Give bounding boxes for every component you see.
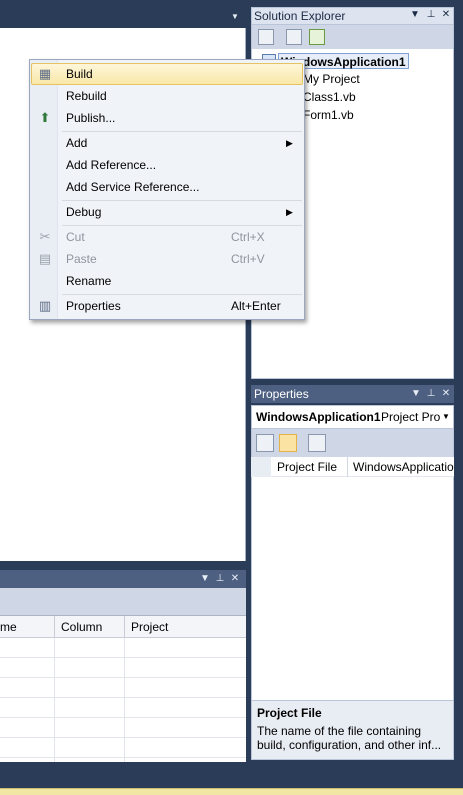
properties-tool-icon[interactable]	[258, 29, 274, 45]
show-all-files-icon[interactable]	[286, 29, 302, 45]
property-row-gutter	[251, 457, 271, 477]
menu-item-add-label: Add	[66, 136, 88, 150]
submenu-arrow-icon: ▶	[286, 138, 293, 148]
menu-item-paste-shortcut: Ctrl+V	[231, 252, 265, 266]
solution-explorer-toolbar	[251, 25, 454, 49]
solution-explorer-close-icon[interactable]: ✕	[440, 9, 452, 21]
object-selector-arrow-icon[interactable]: ▼	[440, 409, 452, 425]
column-divider	[124, 638, 125, 762]
table-row	[0, 718, 246, 738]
status-bar	[0, 788, 463, 795]
properties-icon: ▥	[38, 298, 52, 313]
property-grid	[251, 457, 454, 700]
document-tab-strip	[0, 8, 246, 28]
property-value[interactable]: WindowsApplicatio	[353, 460, 454, 474]
properties-close-icon[interactable]: ✕	[440, 388, 452, 400]
property-description-title: Project File	[257, 706, 322, 720]
menu-item-build-label: Build	[66, 67, 93, 81]
column-header-project[interactable]: Project	[124, 616, 246, 638]
menu-item-properties-shortcut: Alt+Enter	[231, 299, 281, 313]
submenu-arrow-icon: ▶	[286, 207, 293, 217]
menu-item-publish-label: Publish...	[66, 111, 116, 125]
property-column-divider	[347, 457, 348, 477]
publish-icon: ⬆	[39, 110, 51, 125]
alphabetical-icon[interactable]	[279, 434, 297, 452]
property-name: Project File	[277, 460, 338, 474]
tree-item-form1[interactable]: Form1.vb	[303, 107, 354, 123]
cut-icon: ✂	[39, 229, 51, 244]
error-list-pin-icon[interactable]: ⊥	[214, 573, 226, 585]
document-dropdown-icon[interactable]: ▼	[230, 12, 240, 22]
error-list-toolbar	[0, 588, 246, 616]
error-list-dropdown-icon[interactable]: ▼	[199, 573, 211, 585]
tree-item-my-project[interactable]: My Project	[303, 71, 360, 87]
table-row	[0, 658, 246, 678]
object-name: WindowsApplication1	[256, 410, 381, 424]
build-icon: ▦	[38, 66, 52, 81]
table-row	[0, 678, 246, 698]
solution-explorer-pin-icon[interactable]: ⊥	[425, 9, 437, 21]
menu-item-properties-label: Properties	[66, 299, 121, 313]
solution-explorer-title: Solution Explorer	[254, 9, 346, 23]
menu-item-debug-label: Debug	[66, 205, 102, 219]
properties-title: Properties	[254, 387, 309, 401]
column-divider	[54, 638, 55, 762]
categorized-icon[interactable]	[256, 434, 274, 452]
menu-item-cut-label: Cut	[66, 230, 85, 244]
menu-item-add-reference-label: Add Reference...	[66, 158, 157, 172]
paste-icon: ▤	[38, 251, 52, 266]
property-description-text: The name of the file containing build, c…	[257, 724, 442, 752]
menu-item-paste-label: Paste	[66, 252, 97, 266]
table-row	[0, 698, 246, 718]
property-pages-icon[interactable]	[308, 434, 326, 452]
menu-item-add-service-reference-label: Add Service Reference...	[66, 180, 200, 194]
properties-dropdown-icon[interactable]: ▼	[410, 388, 422, 400]
menu-item-cut-shortcut: Ctrl+X	[231, 230, 265, 244]
tree-item-class1[interactable]: Class1.vb	[303, 89, 356, 105]
table-row	[0, 738, 246, 758]
menu-item-rename-label: Rename	[66, 274, 112, 288]
column-header-line[interactable]: me	[0, 616, 54, 638]
error-list-close-icon[interactable]: ✕	[229, 573, 241, 585]
solution-explorer-dropdown-icon[interactable]: ▼	[409, 9, 421, 21]
column-header-column[interactable]: Column	[54, 616, 124, 638]
refresh-icon[interactable]	[309, 29, 325, 45]
properties-pin-icon[interactable]: ⊥	[425, 388, 437, 400]
menu-item-rebuild-label: Rebuild	[66, 89, 107, 103]
object-type: Project Pro	[381, 410, 441, 424]
table-row	[0, 638, 246, 658]
